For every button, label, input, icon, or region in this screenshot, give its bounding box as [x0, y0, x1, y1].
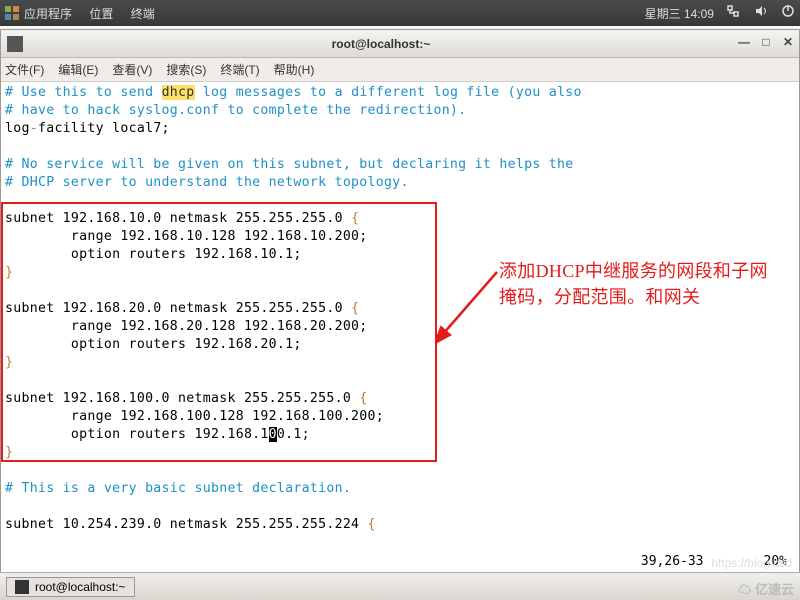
menu-search[interactable]: 搜索(S): [166, 61, 206, 78]
network-icon[interactable]: [725, 4, 741, 21]
site-logo: ☁ 亿速云: [738, 579, 794, 598]
cursor-position: 39,26-33: [641, 554, 704, 569]
editor-status-line: 39,26-33 20%: [1, 552, 799, 573]
window-title: root@localhost:~: [29, 37, 733, 51]
bottom-taskbar: root@localhost:~: [0, 572, 800, 600]
watermark: https://blog.csd: [711, 556, 792, 570]
places-menu[interactable]: 位置: [89, 7, 113, 21]
taskbar-item-terminal[interactable]: root@localhost:~: [6, 577, 135, 597]
annotation-arrow-icon: [437, 268, 501, 344]
apps-menu[interactable]: 应用程序: [24, 7, 72, 21]
power-icon[interactable]: [780, 4, 796, 21]
menu-file[interactable]: 文件(F): [5, 61, 44, 78]
top-right-group: 星期三 14:09: [637, 4, 796, 22]
search-highlight: dhcp: [162, 85, 195, 100]
volume-icon[interactable]: [753, 4, 769, 21]
top-menu-group: 应用程序 位置 终端: [24, 5, 169, 22]
close-button[interactable]: ✕: [777, 35, 799, 53]
menu-edit[interactable]: 编辑(E): [58, 61, 98, 78]
annotation-box: [1, 202, 437, 462]
clock[interactable]: 星期三 14:09: [645, 7, 714, 21]
taskbar-item-label: root@localhost:~: [35, 580, 126, 594]
gnome-top-panel: 应用程序 位置 终端 星期三 14:09: [0, 0, 800, 26]
terminal-menubar: 文件(F) 编辑(E) 查看(V) 搜索(S) 终端(T) 帮助(H): [1, 58, 799, 82]
menu-terminal[interactable]: 终端(T): [220, 61, 259, 78]
terminal-app-icon: [7, 36, 23, 52]
terminal-icon: [15, 580, 29, 594]
apps-menu-icon[interactable]: [4, 5, 20, 21]
terminal-menu[interactable]: 终端: [131, 7, 155, 21]
menu-view[interactable]: 查看(V): [112, 61, 152, 78]
minimize-button[interactable]: —: [733, 35, 755, 53]
menu-help[interactable]: 帮助(H): [274, 61, 315, 78]
terminal-body[interactable]: # Use this to send dhcp log messages to …: [1, 82, 799, 552]
terminal-window: root@localhost:~ — □ ✕ 文件(F) 编辑(E) 查看(V)…: [0, 29, 800, 574]
window-titlebar[interactable]: root@localhost:~ — □ ✕: [1, 30, 799, 58]
maximize-button[interactable]: □: [755, 35, 777, 53]
annotation-text: 添加DHCP中继服务的网段和子网掩码，分配范围。和网关: [499, 258, 769, 310]
